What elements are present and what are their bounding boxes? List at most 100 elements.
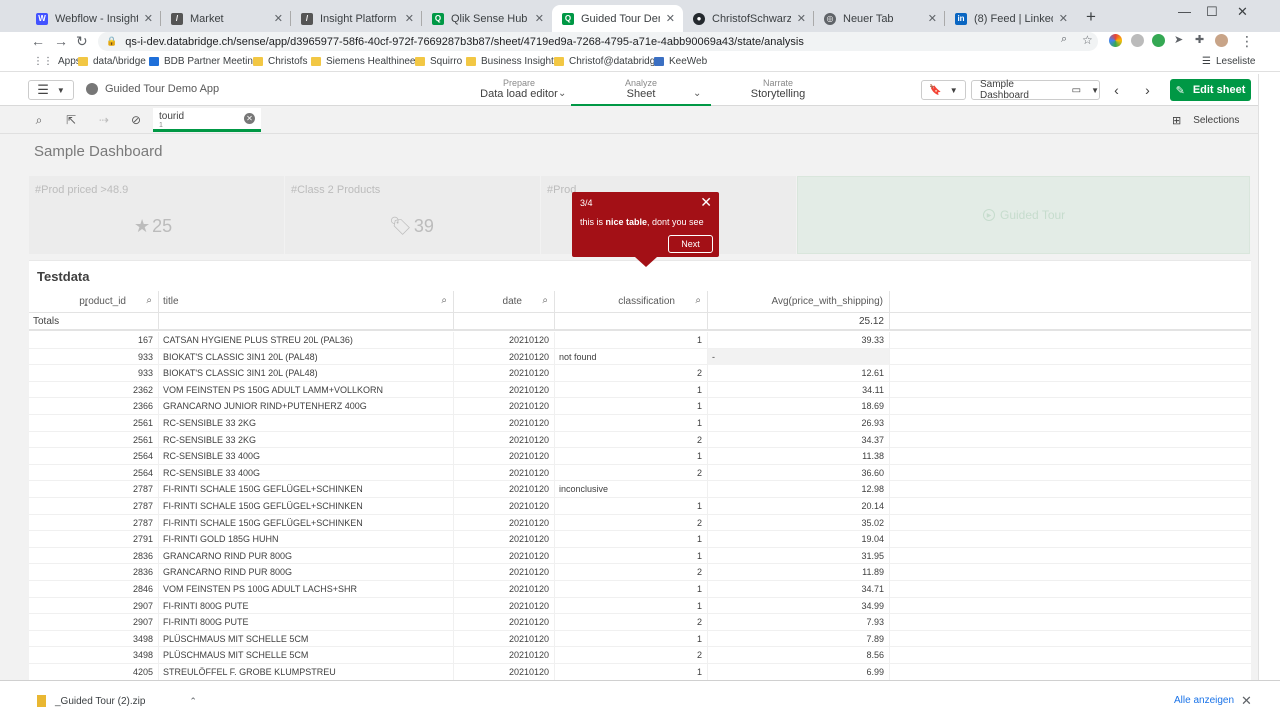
bookmark-item[interactable]: Christof@databridge [554, 56, 661, 67]
previous-sheet-button[interactable]: ‹ [1104, 80, 1129, 100]
close-icon[interactable]: ✕ [535, 12, 544, 25]
cell-date[interactable]: 20210120 [454, 332, 555, 348]
cell-date[interactable]: 20210120 [454, 547, 555, 564]
cell-avg-price[interactable]: 7.89 [708, 630, 890, 647]
table-row[interactable]: 933 BIOKAT'S CLASSIC 3IN1 20L (PAL48) 2021… [29, 348, 1251, 366]
bookmarks-button[interactable]: 🔖 ▼ [921, 80, 966, 100]
table-row[interactable]: 2787 FI-RINTI SCHALE 150G GEFLÜGEL+SCHINK… [29, 481, 1251, 498]
cell-date[interactable]: 20210120 [454, 348, 555, 365]
sheet-selector[interactable]: Sample Dashboard ▭ ▼ [971, 79, 1100, 101]
bookmark-item[interactable]: Christofs [253, 56, 307, 67]
cell-product-id[interactable]: 2564 [29, 464, 159, 481]
close-icon[interactable]: ✕ [274, 12, 283, 25]
cell-product-id[interactable]: 2907 [29, 597, 159, 614]
cell-date[interactable]: 20210120 [454, 564, 555, 581]
cell-date[interactable]: 20210120 [454, 464, 555, 481]
forward-arrow-icon[interactable]: → [54, 33, 68, 49]
column-header-date[interactable]: date ⌕ [454, 291, 555, 312]
close-icon[interactable]: ✕ [797, 12, 806, 25]
nav-narrate[interactable]: Narrate Storytelling [748, 78, 808, 100]
cell-date[interactable]: 20210120 [454, 581, 555, 597]
cell-avg-price[interactable]: - [708, 348, 890, 365]
guided-tour-button[interactable]: ▶ Guided Tour [797, 176, 1250, 254]
new-tab-plus-icon[interactable]: + [1086, 7, 1096, 27]
bookmark-item[interactable]: Squirro [415, 56, 462, 67]
back-arrow-icon[interactable]: ← [31, 33, 45, 49]
cell-product-id[interactable]: 167 [29, 332, 159, 348]
table-row[interactable]: 2564 RC-SENSIBLE 33 400G 20210120 2 36.60 [29, 464, 1251, 482]
cell-product-id[interactable]: 2791 [29, 531, 159, 548]
browser-tab[interactable]: ● ChristofSchwarz/db_ext_ ✕ [683, 5, 814, 32]
table-row[interactable]: 2564 RC-SENSIBLE 33 400G 20210120 1 11.38 [29, 448, 1251, 465]
cell-classification[interactable]: 1 [555, 448, 708, 465]
cell-classification[interactable]: 1 [555, 398, 708, 415]
cell-title[interactable]: BIOKAT'S CLASSIC 3IN1 20L (PAL48) [159, 365, 454, 382]
bookmark-star-icon[interactable]: ☆ [1082, 33, 1093, 47]
bookmark-item[interactable]: BDB Partner Meetin... [149, 56, 261, 67]
cell-date[interactable]: 20210120 [454, 498, 555, 514]
cell-title[interactable]: GRANCARNO RIND PUR 800G [159, 547, 454, 564]
close-icon[interactable]: ✕ [666, 12, 675, 25]
table-row[interactable]: 933 BIOKAT'S CLASSIC 3IN1 20L (PAL48) 2021… [29, 365, 1251, 382]
extension-icon[interactable] [1131, 34, 1144, 47]
cell-title[interactable]: GRANCARNO RIND PUR 800G [159, 564, 454, 581]
table-row[interactable]: 2561 RC-SENSIBLE 33 2KG 20210120 2 34.37 [29, 431, 1251, 449]
table-row[interactable]: 3498 PLÜSCHMAUS MIT SCHELLE 5CM 20210120 1 7… [29, 630, 1251, 648]
cell-avg-price[interactable]: 34.11 [708, 381, 890, 398]
chevron-up-icon[interactable]: ⌃ [189, 696, 197, 707]
table-row[interactable]: 3498 PLÜSCHMAUS MIT SCHELLE 5CM 20210120 2 8… [29, 647, 1251, 664]
column-header-classification[interactable]: classification ⌕ [555, 291, 708, 312]
cell-product-id[interactable]: 3498 [29, 630, 159, 647]
browser-tab[interactable]: W Webflow - Insight Platfor ✕ [26, 5, 161, 32]
column-header-product-id[interactable]: product_id ▲ ⌕ [29, 291, 159, 312]
cell-title[interactable]: RC-SENSIBLE 33 400G [159, 448, 454, 465]
cell-avg-price[interactable]: 6.99 [708, 664, 890, 680]
bookmark-item[interactable]: Business Insights [466, 56, 559, 67]
browser-tab[interactable]: ◎ Neuer Tab ✕ [814, 5, 945, 32]
cell-avg-price[interactable]: 18.69 [708, 398, 890, 415]
cell-avg-price[interactable]: 11.89 [708, 564, 890, 581]
cell-classification[interactable]: 1 [555, 581, 708, 597]
browser-tab[interactable]: Q Qlik Sense Hub ✕ [422, 5, 552, 32]
cell-title[interactable]: PLÜSCHMAUS MIT SCHELLE 5CM [159, 647, 454, 664]
cell-date[interactable]: 20210120 [454, 647, 555, 664]
cell-date[interactable]: 20210120 [454, 431, 555, 448]
cell-product-id[interactable]: 2561 [29, 431, 159, 448]
table-row[interactable]: 2362 VOM FEINSTEN PS 150G ADULT LAMM+VOLL… [29, 381, 1251, 399]
table-row[interactable]: 2907 FI-RINTI 800G PUTE 20210120 2 7.93 [29, 614, 1251, 631]
cell-product-id[interactable]: 2362 [29, 381, 159, 398]
next-sheet-button[interactable]: › [1135, 80, 1160, 100]
zoom-icon[interactable]: ⌕ [1061, 33, 1067, 46]
cell-title[interactable]: GRANCARNO JUNIOR RIND+PUTENHERZ 400G [159, 398, 454, 415]
cell-classification[interactable]: 1 [555, 664, 708, 680]
cell-title[interactable]: FI-RINTI SCHALE 150G GEFLÜGEL+SCHINKEN [159, 498, 454, 514]
cell-title[interactable]: RC-SENSIBLE 33 400G [159, 464, 454, 481]
reload-icon[interactable]: ↻ [76, 33, 88, 50]
cell-title[interactable]: FI-RINTI SCHALE 150G GEFLÜGEL+SCHINKEN [159, 481, 454, 498]
search-icon[interactable]: ⌕ [542, 295, 548, 306]
table-row[interactable]: 167 CATSAN HYGIENE PLUS STREU 20L (PAL36)… [29, 332, 1251, 349]
cell-product-id[interactable]: 3498 [29, 647, 159, 664]
cell-product-id[interactable]: 2366 [29, 398, 159, 415]
address-bar[interactable]: 🔒 qs-i-dev.databridge.ch/sense/app/d3965… [98, 32, 1098, 51]
cell-title[interactable]: RC-SENSIBLE 33 2KG [159, 415, 454, 431]
cell-title[interactable]: FI-RINTI 800G PUTE [159, 614, 454, 631]
selections-button[interactable]: ⊞ Selections [1172, 114, 1239, 127]
cell-title[interactable]: PLÜSCHMAUS MIT SCHELLE 5CM [159, 630, 454, 647]
page-scrollbar[interactable] [1258, 74, 1280, 680]
cell-date[interactable]: 20210120 [454, 531, 555, 548]
extension-color-icon[interactable] [1109, 34, 1122, 47]
cell-title[interactable]: VOM FEINSTEN PS 100G ADULT LACHS+SHR [159, 581, 454, 597]
cell-date[interactable]: 20210120 [454, 448, 555, 465]
close-icon[interactable]: ✕ [405, 12, 414, 25]
cell-title[interactable]: FI-RINTI 800G PUTE [159, 597, 454, 614]
cell-classification[interactable]: 1 [555, 597, 708, 614]
nav-prepare[interactable]: Prepare Data load editor ⌄ [463, 78, 575, 100]
cell-title[interactable]: FI-RINTI GOLD 185G HUHN [159, 531, 454, 548]
cell-classification[interactable]: 1 [555, 630, 708, 647]
cell-date[interactable]: 20210120 [454, 481, 555, 498]
cell-avg-price[interactable]: 39.33 [708, 332, 890, 348]
cell-title[interactable]: FI-RINTI SCHALE 150G GEFLÜGEL+SCHINKEN [159, 514, 454, 531]
close-icon[interactable]: ✕ [700, 194, 712, 211]
selections-tool-icon[interactable]: ⇱ [64, 113, 78, 127]
